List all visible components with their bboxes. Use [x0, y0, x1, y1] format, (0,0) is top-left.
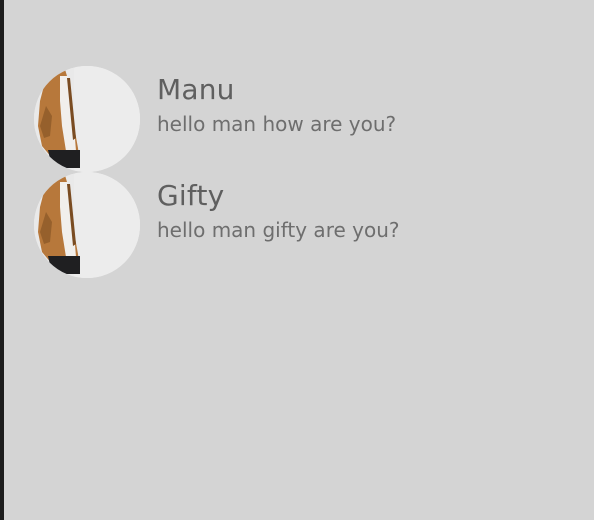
chat-list-item-manu[interactable]: Manu hello man how are you? [34, 66, 574, 172]
chat-list: Manu hello man how are you? Gifty hello … [34, 66, 574, 278]
avatar-person-icon [34, 172, 140, 278]
last-message: hello man how are you? [157, 112, 397, 136]
window-edge [0, 0, 4, 520]
last-message: hello man gifty are you? [157, 218, 400, 242]
chat-screen: Manu hello man how are you? Gifty hello … [0, 0, 594, 520]
contact-name: Gifty [157, 179, 225, 212]
avatar [34, 66, 140, 172]
contact-name: Manu [157, 73, 235, 106]
avatar [34, 172, 140, 278]
chat-list-item-gifty[interactable]: Gifty hello man gifty are you? [34, 172, 574, 278]
avatar-person-icon [34, 66, 140, 172]
